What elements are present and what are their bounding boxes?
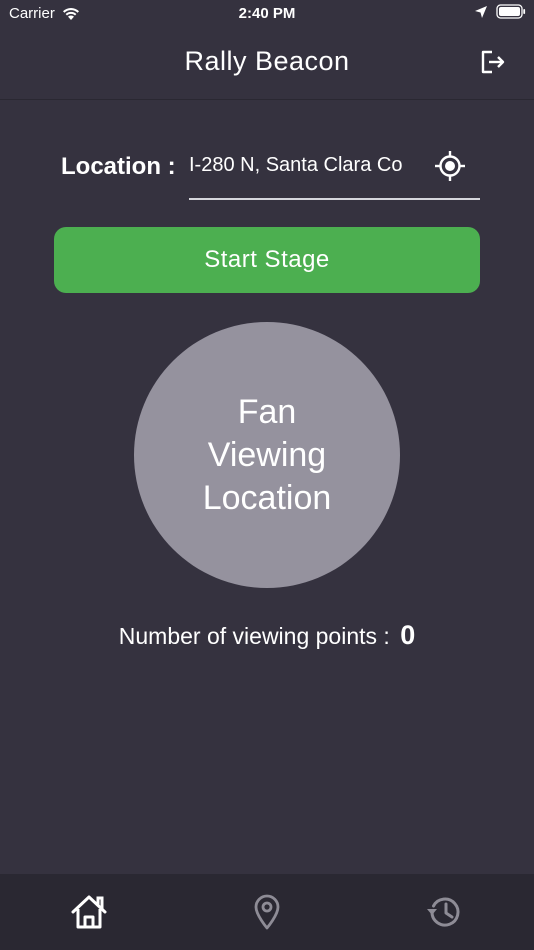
location-field <box>189 140 480 200</box>
location-label: Location : <box>61 153 176 180</box>
fan-viewing-location-button[interactable]: Fan Viewing Location <box>134 322 400 588</box>
home-icon <box>71 895 107 929</box>
fan-viewing-line-3: Location <box>202 478 332 517</box>
tab-bar <box>0 874 534 950</box>
fan-viewing-line-2: Viewing <box>207 435 327 474</box>
tab-history[interactable] <box>425 892 465 932</box>
locate-button[interactable] <box>434 150 466 182</box>
crosshair-icon <box>435 151 465 181</box>
history-icon <box>427 897 460 927</box>
viewing-points: Number of viewing points : 0 <box>0 620 534 651</box>
viewing-points-count: 0 <box>400 620 416 650</box>
page-title: Rally Beacon <box>184 46 350 76</box>
viewing-points-label: Number of viewing points : <box>118 623 390 649</box>
logout-icon <box>481 50 505 74</box>
start-stage-button[interactable]: Start Stage <box>54 227 480 293</box>
status-bar: Carrier 2:40 PM <box>0 0 534 28</box>
status-time: 2:40 PM <box>238 5 296 22</box>
battery-icon <box>496 4 526 19</box>
nav-bar: Rally Beacon <box>0 28 534 100</box>
status-right <box>474 4 526 19</box>
location-row: Location : <box>0 140 534 200</box>
map-pin-icon <box>254 894 280 930</box>
location-arrow-icon <box>475 5 487 18</box>
tab-home[interactable] <box>69 892 109 932</box>
tab-location[interactable] <box>247 892 287 932</box>
logout-button[interactable] <box>478 48 506 76</box>
location-input[interactable] <box>189 150 427 180</box>
fan-viewing-line-1: Fan <box>237 392 297 431</box>
